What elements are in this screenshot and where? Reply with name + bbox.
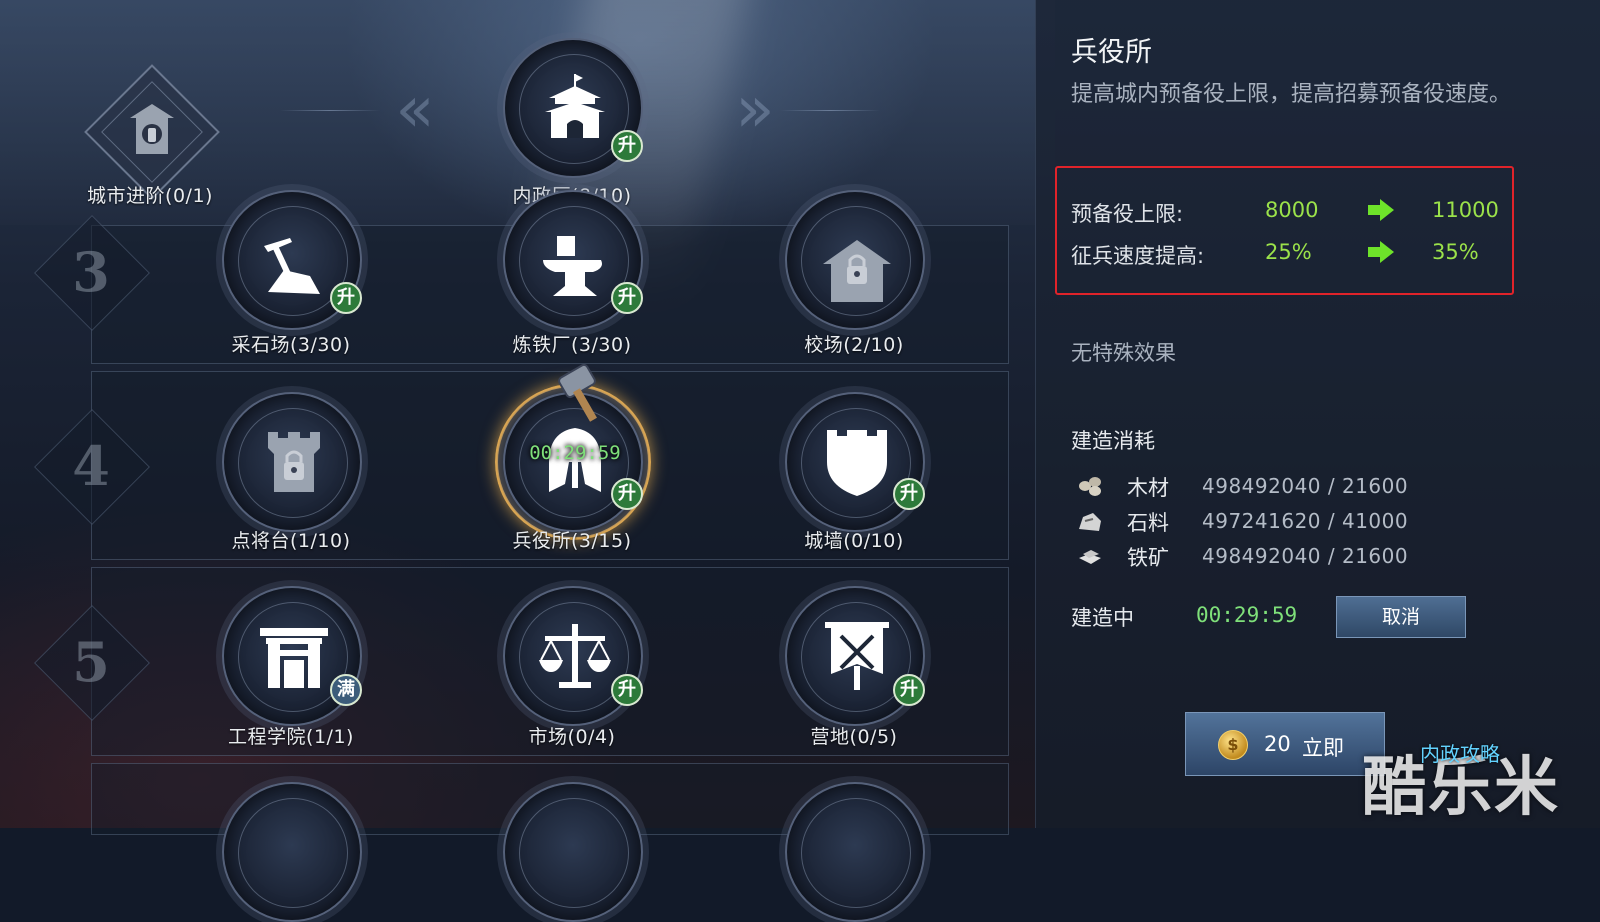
gate-icon [260, 628, 328, 688]
decor-line-left [280, 110, 380, 111]
hammer-icon [558, 364, 597, 422]
general-stage-label: 点将台(1/10) [231, 530, 351, 552]
stat-label-speed: 征兵速度提高: [1071, 244, 1205, 268]
city-wall-label: 城墙(0/10) [804, 530, 904, 552]
upgrade-badge: 升 [611, 674, 643, 706]
decor-chevron-left: « [395, 73, 435, 147]
row-6-node-3[interactable] [785, 782, 925, 922]
iron-icon [1079, 550, 1101, 564]
max-level-badge: 满 [330, 674, 362, 706]
quarry-node[interactable]: 升 [222, 190, 362, 330]
guide-link[interactable]: 内政攻略 [1420, 738, 1500, 767]
smelter-label: 炼铁厂(3/30) [512, 334, 632, 356]
hall-node[interactable]: 升 [503, 38, 643, 178]
drill-ground-node[interactable] [785, 190, 925, 330]
stat-label-capacity: 预备役上限: [1071, 202, 1184, 226]
cost-title: 建造消耗 [1071, 429, 1155, 453]
stat-current-capacity: 8000 [1265, 198, 1319, 222]
cost-value-iron: 498492040 / 21600 [1202, 544, 1409, 568]
decor-chevron-right: » [735, 73, 775, 147]
panel-title: 兵役所 [1071, 37, 1152, 68]
gold-coin-icon: $ [1218, 730, 1248, 760]
locked-house-icon [823, 240, 891, 302]
quarry-label: 采石场(3/30) [231, 334, 351, 356]
barracks-label: 兵役所(3/15) [512, 530, 632, 552]
stats-highlight-box [1055, 166, 1514, 295]
stat-current-speed: 25% [1265, 240, 1312, 264]
cost-name-iron: 铁矿 [1127, 546, 1169, 570]
upgrade-badge: 升 [330, 282, 362, 314]
upgrade-badge: 升 [611, 478, 643, 510]
pickaxe-icon [264, 238, 320, 294]
locked-tower-icon [268, 432, 320, 492]
camp-node[interactable]: 升 [785, 586, 925, 726]
instant-label: 立即 [1302, 736, 1344, 760]
row-6-node-2[interactable] [503, 782, 643, 922]
smelter-node[interactable]: 升 [503, 190, 643, 330]
shield-wall-icon [827, 430, 887, 496]
cost-value-wood: 498492040 / 21600 [1202, 474, 1409, 498]
scales-icon [539, 624, 611, 688]
row-5-number: 5 [72, 630, 110, 694]
market-label: 市场(0/4) [528, 726, 616, 748]
academy-label: 工程学院(1/1) [228, 726, 354, 748]
camp-label: 营地(0/5) [810, 726, 898, 748]
build-timer-overlay: 00:29:59 [529, 442, 621, 464]
city-wall-node[interactable]: 升 [785, 392, 925, 532]
palace-icon [545, 74, 605, 138]
arrow-right-icon [1368, 241, 1394, 263]
cost-name-stone: 石料 [1127, 511, 1169, 535]
instant-cost: 20 [1264, 732, 1291, 756]
upgrade-badge: 升 [611, 130, 643, 162]
wood-icon [1079, 477, 1101, 496]
decor-line-right [780, 110, 880, 111]
building-status-label: 建造中 [1071, 606, 1134, 630]
upgrade-badge: 升 [611, 282, 643, 314]
arrow-right-icon [1368, 199, 1394, 221]
cost-name-wood: 木材 [1127, 476, 1169, 500]
city-advance-label: 城市进阶(0/1) [87, 185, 213, 207]
general-stage-node[interactable] [222, 392, 362, 532]
stone-icon [1079, 513, 1101, 531]
building-timer: 00:29:59 [1196, 603, 1298, 627]
banner-swords-icon [825, 622, 889, 690]
row-4-number: 4 [72, 434, 110, 498]
instant-complete-button[interactable]: $ 20 立即 [1185, 712, 1385, 776]
cancel-button[interactable]: 取消 [1336, 596, 1466, 638]
row-6-node-1[interactable] [222, 782, 362, 922]
upgrade-badge: 升 [893, 478, 925, 510]
drill-ground-label: 校场(2/10) [804, 334, 904, 356]
anvil-icon [543, 236, 602, 296]
detail-panel [1035, 0, 1600, 828]
panel-description: 提高城内预备役上限，提高招募预备役速度。 [1071, 82, 1512, 107]
market-node[interactable]: 升 [503, 586, 643, 726]
academy-node[interactable]: 满 [222, 586, 362, 726]
upgrade-badge: 升 [893, 674, 925, 706]
stat-next-capacity: 11000 [1432, 198, 1499, 222]
stat-next-speed: 35% [1432, 240, 1479, 264]
locked-city-icon [130, 104, 174, 154]
cost-value-stone: 497241620 / 41000 [1202, 509, 1409, 533]
special-effect-text: 无特殊效果 [1071, 341, 1176, 365]
row-3-number: 3 [72, 240, 110, 304]
